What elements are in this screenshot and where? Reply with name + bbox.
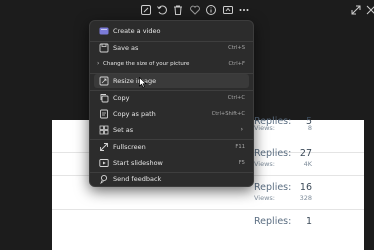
replies-count: 27 [299, 148, 312, 159]
rotate-icon[interactable] [156, 4, 168, 16]
views-count: 328 [299, 194, 312, 202]
menu-item-label: Resize image [113, 77, 157, 85]
edit-with-icon[interactable] [222, 4, 234, 16]
slideshow-icon [99, 158, 109, 168]
menu-item-label: Fullscreen [113, 143, 146, 151]
video-icon [99, 26, 109, 36]
favorite-icon[interactable] [189, 4, 201, 16]
chevron-right-icon: › [240, 126, 243, 133]
views-label: Views: [254, 124, 276, 132]
shortcut-text: Ctrl+F [228, 61, 245, 67]
copy-path-icon [99, 109, 109, 119]
save-icon [99, 43, 109, 53]
thread-row[interactable]: Replies: 1 [52, 210, 364, 244]
menu-item-label: Create a video [113, 27, 161, 35]
views-count: 4K [303, 160, 312, 168]
menu-item-create-video[interactable]: Create a video [94, 24, 249, 38]
info-icon[interactable] [205, 4, 217, 16]
menu-item-label: Save as [113, 44, 139, 52]
views-label: Views: [254, 194, 276, 202]
copy-icon [99, 93, 109, 103]
replies-label: Replies: [254, 148, 292, 159]
menu-item-send-feedback[interactable]: Send feedback [94, 172, 249, 186]
shortcut-text: F11 [235, 144, 245, 150]
photo-toolbar [0, 0, 374, 20]
views-count: 8 [307, 124, 312, 132]
fullscreen-icon [99, 142, 109, 152]
shortcut-text: F5 [238, 160, 245, 166]
shortcut-text: Ctrl+Shift+C [211, 111, 245, 117]
shortcut-text: Ctrl+C [227, 95, 245, 101]
menu-item-label: Change the size of your picture [103, 61, 190, 67]
replies-count: 16 [299, 182, 312, 193]
resize-icon [99, 76, 109, 86]
menu-item-label: Copy [113, 94, 130, 102]
menu-item-copy-as-path[interactable]: Copy as path Ctrl+Shift+C [94, 107, 249, 121]
delete-icon[interactable] [172, 4, 184, 16]
feedback-icon [99, 174, 109, 184]
edit-icon[interactable] [140, 4, 152, 16]
replies-count: 1 [305, 216, 312, 227]
menu-item-label: Set as [113, 126, 134, 134]
close-icon[interactable] [365, 4, 374, 16]
expand-icon[interactable] [350, 4, 362, 16]
replies-label: Replies: [254, 182, 292, 193]
menu-item-label: Start slideshow [113, 159, 163, 167]
menu-item-copy[interactable]: Copy Ctrl+C [94, 91, 249, 105]
menu-item-save-as[interactable]: Save as Ctrl+S [94, 41, 249, 55]
menu-item-change-size[interactable]: › Change the size of your picture Ctrl+F [94, 57, 249, 71]
context-menu: Create a video Save as Ctrl+S › Change t… [89, 20, 254, 187]
chevron-right-icon: › [97, 60, 100, 67]
menu-item-label: Send feedback [113, 175, 162, 183]
shortcut-text: Ctrl+S [228, 45, 245, 51]
set-as-icon [99, 125, 109, 135]
views-label: Views: [254, 160, 276, 168]
more-icon[interactable] [238, 4, 250, 16]
menu-item-slideshow[interactable]: Start slideshow F5 [94, 156, 249, 170]
menu-item-resize-image[interactable]: Resize image [94, 74, 249, 88]
replies-label: Replies: [254, 216, 292, 227]
menu-item-label: Copy as path [113, 110, 156, 118]
mouse-cursor-icon [139, 77, 147, 88]
menu-item-fullscreen[interactable]: Fullscreen F11 [94, 140, 249, 154]
menu-item-set-as[interactable]: Set as › [94, 123, 249, 137]
